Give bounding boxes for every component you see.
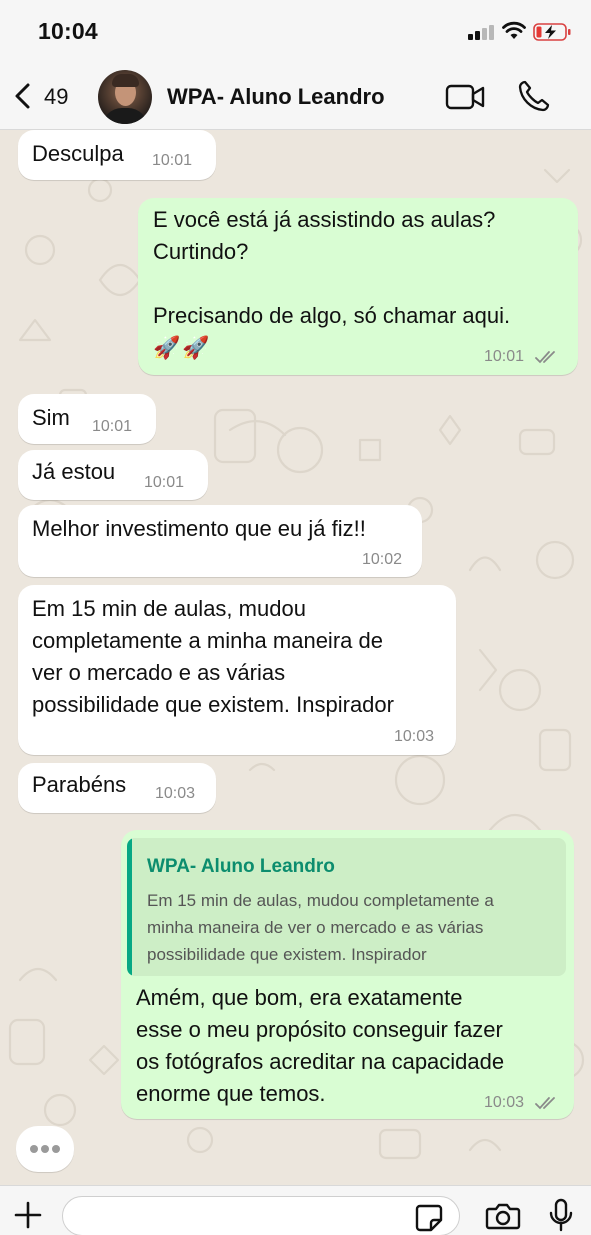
read-receipt-icon — [535, 351, 555, 364]
plus-icon[interactable] — [12, 1199, 44, 1231]
message-input[interactable] — [62, 1196, 460, 1235]
typing-indicator — [16, 1126, 74, 1172]
message-text: os fotógrafos acreditar na capacidade — [136, 1049, 505, 1074]
signal-icon — [468, 24, 496, 40]
quote-text: Em 15 min de aulas, mudou completamente … — [147, 891, 494, 910]
message-bubble-incoming[interactable]: Em 15 min de aulas, mudou completamente … — [18, 585, 456, 755]
message-bubble-incoming[interactable]: Sim 10:01 — [18, 394, 156, 444]
message-time: 10:01 — [144, 474, 185, 491]
sticker-icon[interactable] — [414, 1203, 444, 1233]
status-bar: 10:04 — [0, 0, 591, 62]
message-text: Melhor investimento que eu já fiz!! — [32, 516, 366, 541]
message-bubble-incoming[interactable]: Parabéns 10:03 — [18, 763, 216, 813]
message-time: 10:02 — [362, 551, 403, 568]
chat-header: 49 WPA- Aluno Leandro — [0, 62, 591, 130]
message-text: Curtindo? — [153, 239, 249, 264]
message-text: Sim — [32, 405, 70, 430]
message-text: Desculpa — [32, 141, 124, 166]
message-bubble-outgoing-reply[interactable]: WPA- Aluno Leandro Em 15 min de aulas, m… — [121, 830, 574, 1119]
message-composer — [0, 1185, 591, 1235]
phone-icon[interactable] — [517, 79, 551, 113]
quote-author: WPA- Aluno Leandro — [147, 856, 335, 877]
message-text: esse o meu propósito conseguir fazer — [136, 1017, 503, 1042]
message-time: 10:01 — [152, 152, 193, 169]
microphone-icon[interactable] — [548, 1198, 574, 1234]
message-text: Já estou — [32, 459, 116, 484]
status-time: 10:04 — [38, 18, 98, 44]
message-time: 10:03 — [155, 785, 196, 802]
message-time: 10:01 — [484, 348, 525, 365]
message-bubble-incoming[interactable]: Melhor investimento que eu já fiz!! 10:0… — [18, 505, 422, 577]
read-receipt-icon — [535, 1097, 555, 1110]
wifi-icon — [502, 21, 526, 39]
quoted-message[interactable]: WPA- Aluno Leandro Em 15 min de aulas, m… — [127, 838, 566, 976]
chat-title[interactable]: WPA- Aluno Leandro — [167, 84, 385, 110]
message-text: Amém, que bom, era exatamente — [136, 985, 463, 1010]
battery-icon — [533, 23, 571, 41]
message-emoji: 🚀🚀 — [153, 335, 212, 360]
message-text: Em 15 min de aulas, mudou — [32, 596, 306, 621]
chat-area[interactable]: Desculpa 10:01 E você está já assistindo… — [0, 130, 591, 1185]
message-text: completamente a minha maneira de — [32, 628, 383, 653]
unread-count[interactable]: 49 — [44, 84, 68, 110]
message-text: ver o mercado e as várias — [32, 660, 286, 685]
message-text: Parabéns — [32, 772, 127, 797]
quote-text: possibilidade que existem. Inspirador — [147, 945, 427, 964]
camera-icon[interactable] — [485, 1201, 521, 1231]
message-text: Precisando de algo, só chamar aqui. — [153, 303, 511, 328]
message-time: 10:03 — [484, 1094, 525, 1111]
message-bubble-incoming[interactable]: Desculpa 10:01 — [18, 130, 216, 180]
avatar[interactable] — [98, 70, 152, 124]
quote-text: minha maneira de ver o mercado e as vári… — [147, 918, 484, 937]
video-camera-icon[interactable] — [445, 82, 487, 112]
message-time: 10:03 — [394, 728, 435, 745]
message-bubble-incoming[interactable]: Já estou 10:01 — [18, 450, 208, 500]
message-time: 10:01 — [92, 418, 133, 435]
chevron-left-icon[interactable] — [12, 82, 34, 110]
message-bubble-outgoing[interactable]: E você está já assistindo as aulas? Curt… — [138, 198, 578, 375]
message-text: possibilidade que existem. Inspirador — [32, 692, 394, 717]
message-text: enorme que temos. — [136, 1081, 326, 1106]
message-text: E você está já assistindo as aulas? — [153, 207, 496, 232]
quote-accent-bar — [127, 838, 132, 976]
